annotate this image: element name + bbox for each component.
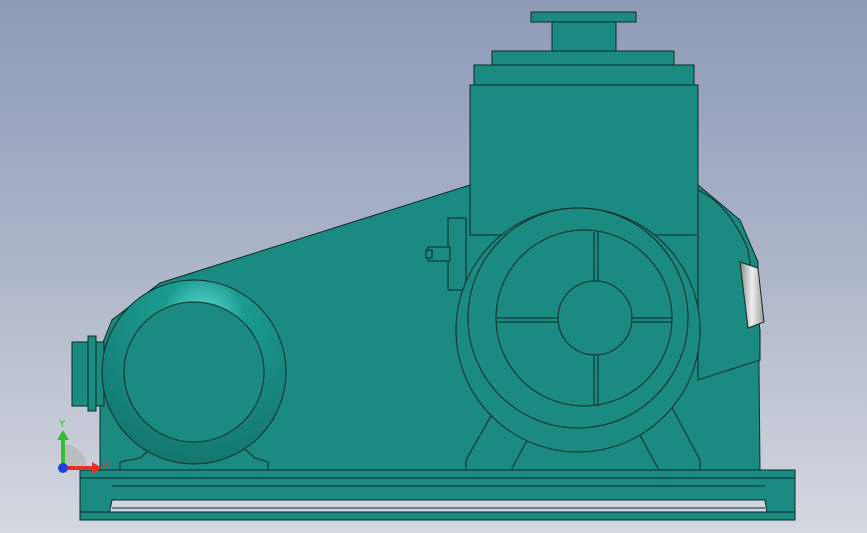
motor-end-cap (123, 301, 265, 443)
base-flange (79, 511, 796, 521)
outlet-flange-top[interactable] (530, 11, 637, 23)
triad-x-label: X (103, 460, 110, 471)
side-valve-body[interactable] (447, 217, 467, 291)
side-valve-cap (425, 249, 433, 259)
shaft-cover-rim (87, 335, 97, 412)
triad-y-label: Y (58, 419, 66, 430)
base-top[interactable] (79, 469, 796, 479)
housing-top-plate[interactable] (473, 64, 695, 86)
pump-hub[interactable] (557, 280, 633, 356)
outlet-flange-base[interactable] (491, 50, 675, 66)
vacuum-pump-model[interactable]: Y X (0, 0, 867, 533)
graphics-viewport[interactable]: Y X (0, 0, 867, 533)
outlet-pipe[interactable] (551, 21, 617, 53)
